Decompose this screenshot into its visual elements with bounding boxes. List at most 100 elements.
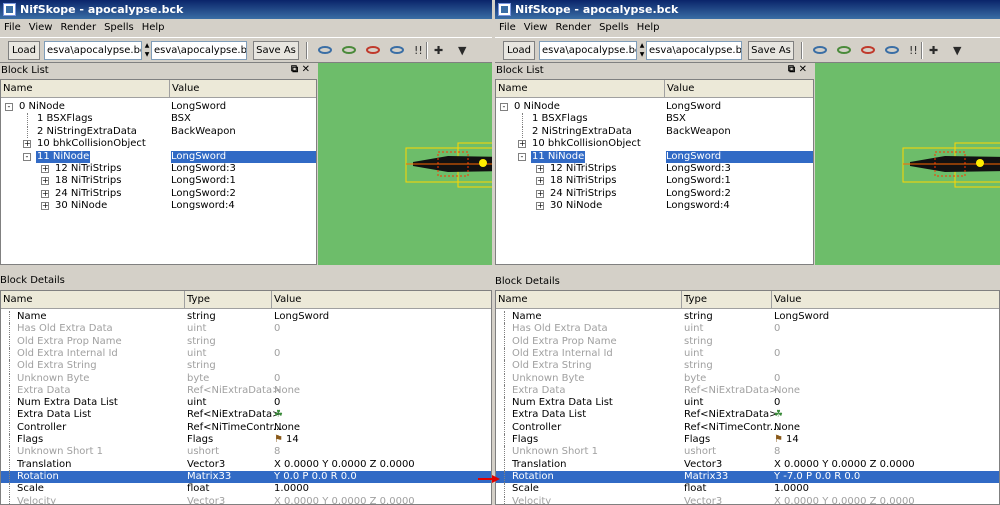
dock-float-close-icon[interactable]: ⧉ ✕ [788, 64, 807, 75]
details-row[interactable]: Name string LongSword [1, 311, 491, 323]
details-row[interactable]: Translation Vector3 X 0.0000 Y 0.0000 Z 0.… [496, 458, 999, 471]
alert-icon[interactable]: !! [909, 44, 918, 57]
details-row[interactable]: Unknown Short 1 ushort 8 [496, 446, 999, 459]
details-row[interactable]: Controller Ref<NiTimeContr... None [1, 421, 491, 434]
tree-row[interactable]: -0 NiNode LongSword [496, 101, 813, 113]
details-row[interactable]: Extra Data Ref<NiExtraData> None [496, 384, 999, 397]
details-row[interactable]: Velocity Vector3 X 0.0000 Y 0.0000 Z 0.000… [1, 495, 491, 504]
expand-icon[interactable]: + [536, 177, 544, 186]
details-row[interactable]: Old Extra Internal Id uint 0 [1, 347, 491, 360]
details-row[interactable]: Scale float 1.0000 [496, 483, 999, 496]
tree-row[interactable]: +18 NiTriStrips LongSword:1 [1, 175, 316, 187]
tree-row[interactable]: +18 NiTriStrips LongSword:1 [496, 175, 813, 187]
tree-row[interactable]: +24 NiTriStrips LongSword:2 [496, 188, 813, 200]
details-row[interactable]: Extra Data List Ref<NiExtraData> ☘ [496, 409, 999, 422]
flag-icon[interactable]: ⚑ [774, 434, 783, 446]
load-button[interactable]: Load [503, 41, 535, 60]
view-eye-icon[interactable] [813, 46, 827, 54]
render-viewport[interactable] [815, 63, 1000, 265]
collapse-icon[interactable]: - [518, 152, 526, 161]
column-header-value[interactable]: Value [772, 291, 999, 309]
details-row[interactable]: Velocity Vector3 X 0.0000 Y 0.0000 Z 0.000… [496, 495, 999, 504]
menu-view[interactable]: View [25, 19, 57, 37]
tree-row[interactable]: 2 NiStringExtraData BackWeapon [1, 125, 316, 138]
details-row[interactable]: Old Extra String string [1, 360, 491, 373]
collapse-icon[interactable]: - [500, 103, 508, 111]
column-header-value[interactable]: Value [272, 291, 491, 309]
details-row[interactable]: Rotation Matrix33 Y -7.0 P 0.0 R 0.0 [496, 470, 999, 483]
details-row[interactable]: Unknown Short 1 ushort 8 [1, 446, 491, 459]
view-eye-outline-icon[interactable] [390, 46, 404, 54]
pane-splitter[interactable] [0, 268, 492, 271]
chevron-down-icon[interactable]: ▼ [953, 44, 961, 57]
load-path-input[interactable]: esva\apocalypse.bck [539, 41, 637, 60]
details-row[interactable]: Scale float 1.0000 [1, 483, 491, 496]
collapse-icon[interactable]: - [5, 103, 13, 111]
details-row[interactable]: Unknown Byte byte 0 [496, 372, 999, 385]
menu-file[interactable]: File [0, 19, 25, 37]
details-row[interactable]: Old Extra Prop Name string [496, 335, 999, 348]
details-row[interactable]: Extra Data List Ref<NiExtraData> ☘ [1, 409, 491, 422]
view-eye-green-icon[interactable] [342, 46, 356, 54]
move-icon[interactable]: ✚ [929, 44, 938, 57]
save-as-button[interactable]: Save As [748, 41, 794, 60]
tree-row[interactable]: 1 BSXFlags BSX [496, 113, 813, 126]
view-eye-red-icon[interactable] [861, 46, 875, 54]
expand-icon[interactable]: + [518, 140, 526, 149]
tree-row[interactable]: -0 NiNode LongSword [1, 101, 316, 113]
menu-spells[interactable]: Spells [100, 19, 138, 37]
expand-icon[interactable]: + [41, 202, 49, 211]
flag-icon[interactable]: ⚑ [274, 434, 283, 446]
menu-spells[interactable]: Spells [595, 19, 633, 37]
details-row[interactable]: Num Extra Data List uint 0 [1, 397, 491, 410]
tree-row[interactable]: -11 NiNode LongSword [496, 150, 813, 163]
tree-row[interactable]: +12 NiTriStrips LongSword:3 [496, 163, 813, 175]
tree-row[interactable]: -11 NiNode LongSword [1, 150, 316, 163]
tree-row[interactable]: +30 NiNode Longsword:4 [1, 200, 316, 212]
details-row[interactable]: Unknown Byte byte 0 [1, 372, 491, 385]
view-eye-green-icon[interactable] [837, 46, 851, 54]
dock-float-close-icon[interactable]: ⧉ ✕ [291, 64, 310, 75]
load-path-input[interactable]: esva\apocalypse.bck [44, 41, 142, 60]
save-path-input[interactable]: esva\apocalypse.bck [646, 41, 742, 60]
column-header-name[interactable]: Name [496, 291, 682, 309]
alert-icon[interactable]: !! [414, 44, 423, 57]
tree-row[interactable]: 1 BSXFlags BSX [1, 113, 316, 126]
column-header-name[interactable]: Name [1, 291, 185, 309]
details-row[interactable]: Controller Ref<NiTimeContr... None [496, 421, 999, 434]
column-header-type[interactable]: Type [185, 291, 272, 309]
menu-view[interactable]: View [520, 19, 552, 37]
details-row[interactable]: Extra Data Ref<NiExtraData> None [1, 384, 491, 397]
column-header-value[interactable]: Value [665, 80, 813, 98]
details-row[interactable]: Has Old Extra Data uint 0 [1, 323, 491, 336]
view-eye-outline-icon[interactable] [885, 46, 899, 54]
details-row[interactable]: Rotation Matrix33 Y 0.0 P 0.0 R 0.0 [1, 470, 491, 483]
link-icon[interactable]: ☘ [774, 409, 783, 421]
save-path-input[interactable]: esva\apocalypse.bck [151, 41, 247, 60]
move-icon[interactable]: ✚ [434, 44, 443, 57]
expand-icon[interactable]: + [536, 165, 544, 173]
details-row[interactable]: Translation Vector3 X 0.0000 Y 0.0000 Z 0.… [1, 458, 491, 471]
tree-row[interactable]: +10 bhkCollisionObject [496, 138, 813, 150]
menu-render[interactable]: Render [56, 19, 100, 37]
tree-row[interactable]: +30 NiNode Longsword:4 [496, 200, 813, 212]
tree-row[interactable]: +24 NiTriStrips LongSword:2 [1, 188, 316, 200]
load-spin-icon[interactable]: ▲ ▼ [639, 41, 645, 60]
expand-icon[interactable]: + [41, 177, 49, 186]
details-row[interactable]: Has Old Extra Data uint 0 [496, 323, 999, 336]
chevron-down-icon[interactable]: ▼ [458, 44, 466, 57]
tree-row[interactable]: 2 NiStringExtraData BackWeapon [496, 125, 813, 138]
expand-icon[interactable]: + [536, 189, 544, 198]
load-spin-icon[interactable]: ▲ ▼ [144, 41, 150, 60]
collapse-icon[interactable]: - [23, 152, 31, 161]
link-icon[interactable]: ☘ [274, 409, 283, 421]
expand-icon[interactable]: + [41, 165, 49, 173]
details-row[interactable]: Old Extra Prop Name string [1, 335, 491, 348]
menu-render[interactable]: Render [551, 19, 595, 37]
details-row[interactable]: Name string LongSword [496, 311, 999, 323]
column-header-value[interactable]: Value [170, 80, 316, 98]
menu-help[interactable]: Help [633, 19, 664, 37]
expand-icon[interactable]: + [23, 140, 31, 149]
view-eye-red-icon[interactable] [366, 46, 380, 54]
load-button[interactable]: Load [8, 41, 40, 60]
